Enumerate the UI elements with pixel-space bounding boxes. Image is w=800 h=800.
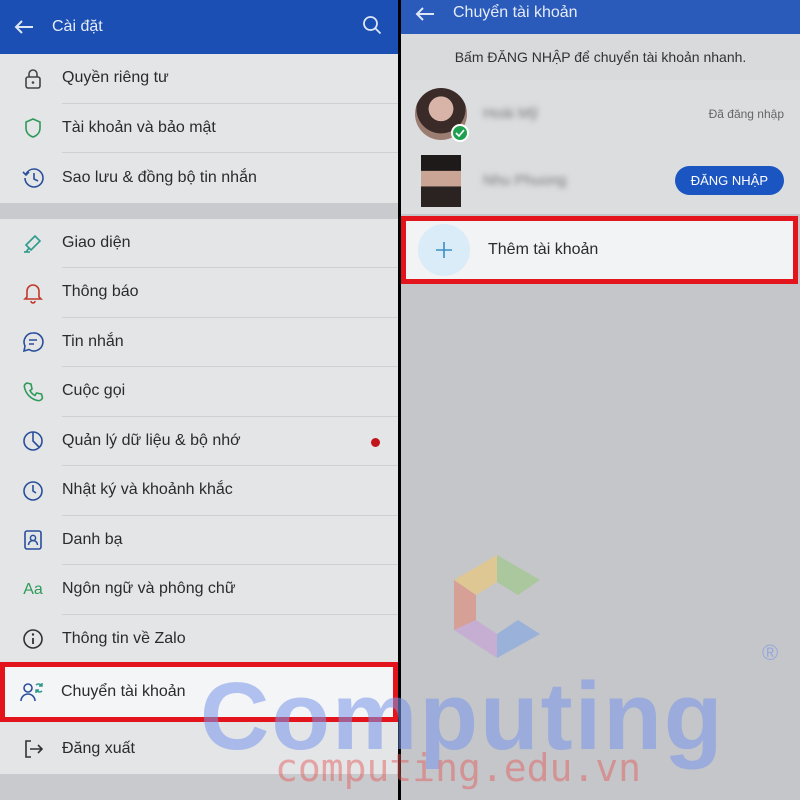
settings-item-label: Giao diện — [62, 219, 398, 268]
settings-item-label: Ngôn ngữ và phông chữ — [62, 565, 398, 615]
chat-bubble-icon — [18, 327, 48, 357]
settings-item-privacy[interactable]: Quyền riêng tư — [0, 54, 398, 104]
settings-item-appearance[interactable]: Giao diện — [0, 219, 398, 268]
settings-item-data-storage[interactable]: Quản lý dữ liệu & bộ nhớ — [0, 417, 398, 466]
account-status: Đã đăng nhập — [708, 106, 784, 121]
watermark-registered: ® — [762, 640, 779, 665]
phone-icon — [18, 377, 48, 407]
logout-icon — [18, 734, 48, 764]
settings-item-label: Tin nhắn — [62, 318, 398, 367]
settings-item-backup[interactable]: Sao lưu & đồng bộ tin nhắn — [0, 153, 398, 203]
switch-account-icon — [17, 677, 47, 707]
switch-hint-text: Bấm ĐĂNG NHẬP để chuyển tài khoản nhanh. — [401, 34, 800, 80]
settings-item-label: Thông báo — [62, 268, 398, 318]
settings-item-label: Tài khoản và bảo mật — [62, 104, 398, 153]
pie-chart-icon — [18, 426, 48, 456]
settings-header: Cài đặt — [0, 0, 398, 54]
settings-group-privacy: Quyền riêng tư Tài khoản và bảo mật Sao … — [0, 54, 398, 203]
group-divider — [0, 202, 398, 219]
settings-item-language-font[interactable]: Aa Ngôn ngữ và phông chữ — [0, 565, 398, 615]
settings-item-messages[interactable]: Tin nhắn — [0, 318, 398, 367]
settings-item-label: Quyền riêng tư — [62, 54, 398, 104]
settings-item-calls[interactable]: Cuộc gọi — [0, 367, 398, 417]
settings-item-contacts[interactable]: Danh bạ — [0, 516, 398, 565]
highlight-add-account[interactable]: Thêm tài khoản — [401, 216, 798, 284]
add-account-label: Thêm tài khoản — [488, 241, 599, 258]
account-list: Hoài Mỹ Đã đăng nhập Nhu Phuong ĐĂNG NHẬ… — [401, 80, 800, 214]
settings-item-account-security[interactable]: Tài khoản và bảo mật — [0, 104, 398, 153]
settings-item-label: Quản lý dữ liệu & bộ nhớ — [62, 417, 398, 466]
computing-logo-icon — [454, 555, 540, 658]
account-name: Hoài Mỹ — [483, 105, 539, 122]
plus-icon — [418, 224, 470, 276]
font-icon: Aa — [23, 580, 43, 598]
login-button[interactable]: ĐĂNG NHẬP — [674, 166, 784, 195]
switch-account-header: Chuyển tài khoản — [401, 0, 800, 34]
settings-item-label: Cuộc gọi — [62, 367, 398, 417]
info-icon — [18, 624, 48, 654]
history-icon — [18, 163, 48, 193]
account-row-current[interactable]: Hoài Mỹ Đã đăng nhập — [401, 80, 800, 147]
account-row-other[interactable]: Nhu Phuong ĐĂNG NHẬP — [401, 147, 800, 214]
paint-brush-icon — [18, 228, 48, 258]
back-arrow-icon[interactable] — [415, 6, 443, 22]
lock-icon — [18, 64, 48, 94]
notification-dot — [371, 437, 380, 447]
settings-item-label: Nhật ký và khoảnh khắc — [62, 466, 398, 516]
back-arrow-icon[interactable] — [14, 19, 42, 35]
settings-item-about[interactable]: Thông tin về Zalo — [0, 615, 398, 664]
add-account-row[interactable]: Thêm tài khoản — [406, 221, 793, 279]
settings-item-notifications[interactable]: Thông báo — [0, 268, 398, 318]
settings-item-label: Sao lưu & đồng bộ tin nhắn — [62, 168, 257, 186]
avatar — [415, 87, 469, 142]
settings-item-label: Thông tin về Zalo — [62, 615, 398, 664]
settings-item-label: Danh bạ — [62, 516, 398, 565]
check-icon — [451, 123, 469, 142]
page-title: Cài đặt — [52, 18, 103, 35]
search-icon[interactable] — [362, 15, 384, 40]
bell-icon — [18, 278, 48, 308]
avatar — [415, 154, 467, 207]
account-name: Nhu Phuong — [483, 172, 567, 189]
settings-item-timeline[interactable]: Nhật ký và khoảnh khắc — [0, 466, 398, 516]
page-title: Chuyển tài khoản — [453, 4, 578, 21]
contacts-icon — [18, 525, 48, 555]
clock-icon — [18, 476, 48, 506]
watermark-url: computing.edu.vn — [275, 746, 642, 790]
shield-icon — [18, 113, 48, 143]
